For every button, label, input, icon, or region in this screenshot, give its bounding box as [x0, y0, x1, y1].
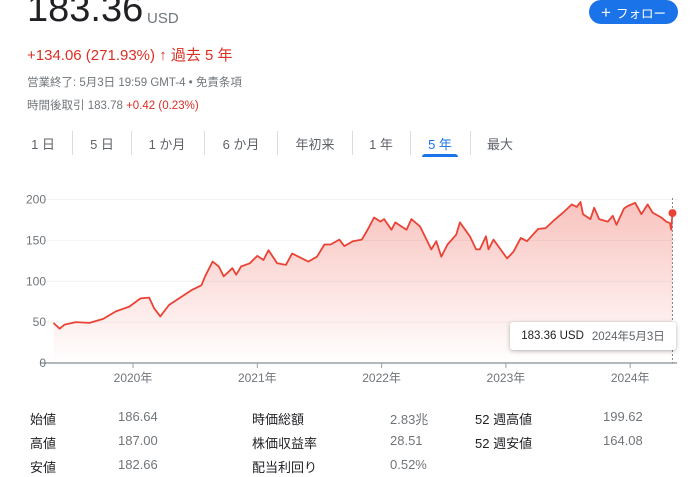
active-tab-indicator: [422, 154, 458, 157]
stat-label: 配当利回り: [252, 460, 318, 475]
stat-value: 182.66: [118, 457, 158, 472]
y-tick-label: 100: [26, 274, 46, 288]
tab-divider: [470, 131, 471, 155]
follow-label: フォロー: [615, 6, 666, 21]
x-tick-label: 2020年: [114, 371, 153, 385]
x-tick-label: 2022年: [362, 371, 401, 385]
tooltip-date: 2024年5月3日: [591, 331, 665, 343]
stat-label: 高値: [30, 436, 57, 451]
stat-value: 187.00: [118, 433, 158, 448]
x-tick-label: 2024年: [611, 371, 650, 385]
stat-label: 株価収益率: [252, 436, 318, 451]
tab-max[interactable]: 最大: [487, 134, 513, 153]
after-hours-label: 時間後取引: [27, 100, 85, 112]
x-tick-label: 2023年: [487, 371, 526, 385]
change-period: 過去 5 年: [170, 47, 233, 64]
stat-value: 0.52%: [390, 457, 427, 472]
y-tick-label: 50: [33, 315, 47, 329]
stat-label: 52 週安値: [475, 436, 533, 451]
tab-1d[interactable]: 1 日: [31, 134, 55, 153]
tab-divider: [131, 131, 132, 155]
plus-icon: +: [601, 2, 611, 22]
stat-label: 安値: [30, 460, 57, 475]
stat-label: 時価総額: [252, 412, 305, 427]
tab-divider: [410, 131, 411, 155]
y-tick-label: 0: [39, 356, 46, 370]
tab-divider: [352, 131, 353, 155]
price-change: +134.06 (271.93%) ↑ 過去 5 年: [27, 44, 233, 65]
stat-value: 199.62: [603, 409, 643, 424]
after-hours-change: +0.42 (0.23%): [126, 100, 199, 112]
stat-value: 164.08: [603, 433, 643, 448]
tab-ytd[interactable]: 年初来: [295, 134, 334, 153]
market-status: 営業終了: 5月3日 19:59 GMT-4 • 免責条項: [27, 77, 242, 89]
y-tick-label: 150: [26, 233, 46, 247]
stat-value: 28.51: [390, 433, 423, 448]
current-point-marker: [668, 209, 677, 218]
current-price: 183.36: [27, 0, 144, 30]
y-tick-label: 200: [26, 193, 46, 207]
tab-1m[interactable]: 1 か月: [149, 134, 186, 153]
tab-5d[interactable]: 5 日: [90, 134, 114, 153]
stat-label: 始値: [30, 412, 57, 427]
tab-6m[interactable]: 6 か月: [223, 134, 260, 153]
stat-value: 2.83兆: [390, 412, 429, 427]
stat-label: 52 週高値: [475, 412, 533, 427]
after-hours: 時間後取引 183.78 +0.42 (0.23%): [27, 97, 199, 113]
tab-divider: [72, 131, 73, 155]
tab-1y[interactable]: 1 年: [369, 134, 393, 153]
change-value: +134.06 (271.93%): [27, 47, 156, 64]
chart-tooltip: 183.36 USD 2024年5月3日: [510, 322, 676, 350]
arrow-up-icon: ↑: [159, 47, 167, 64]
tab-5y[interactable]: 5 年: [428, 134, 452, 153]
currency-label: USD: [147, 10, 179, 27]
price-chart[interactable]: 0 50 100 150 200 2020年 2021年 2022年 2023年 2024年: [0, 180, 697, 395]
x-tick-label: 2021年: [238, 371, 277, 385]
tab-divider: [277, 131, 278, 155]
tab-divider: [204, 131, 205, 155]
stat-value: 186.64: [118, 409, 158, 424]
after-hours-price: 183.78: [87, 100, 123, 112]
follow-button[interactable]: + フォロー: [589, 0, 678, 24]
tooltip-value: 183.36 USD: [521, 330, 584, 342]
